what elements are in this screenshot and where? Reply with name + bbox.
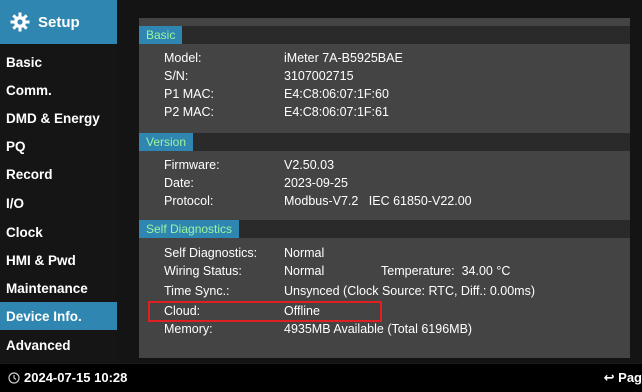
sidebar-item-dmd-energy[interactable]: DMD & Energy: [0, 104, 117, 132]
sidebar-item-label: I/O: [6, 195, 25, 211]
sidebar-item-label: Clock: [6, 224, 43, 240]
protocol-label: Protocol:: [164, 194, 214, 208]
temperature-readout: Temperature: 34.00 °C: [381, 264, 511, 278]
sn-label: S/N:: [164, 69, 189, 83]
sidebar-header[interactable]: Setup: [0, 0, 117, 44]
section-header-basic: Basic: [139, 26, 630, 44]
wiring-status-value: Normal: [284, 264, 325, 278]
p1-mac-label: P1 MAC:: [164, 87, 215, 101]
sidebar-item-label: Advanced: [6, 337, 71, 353]
sidebar-item-label: DMD & Energy: [6, 110, 100, 126]
model-value: iMeter 7A-B5925BAE: [284, 51, 403, 65]
sidebar-item-clock[interactable]: Clock: [0, 218, 117, 246]
status-bar: 2024-07-15 10:28 ↩ Pag: [0, 363, 642, 392]
memory-value: 4935MB Available (Total 6196MB): [284, 322, 473, 336]
wiring-status-label: Wiring Status:: [164, 264, 242, 278]
sidebar-title: Setup: [38, 13, 80, 31]
date-value: 2023-09-25: [284, 176, 348, 190]
sidebar-item-label: PQ: [6, 138, 26, 154]
sidebar-item-maintenance[interactable]: Maintenance: [0, 274, 117, 302]
sidebar: Setup Basic Comm. DMD & Energy PQ Record…: [0, 0, 117, 363]
sidebar-item-comm[interactable]: Comm.: [0, 76, 117, 104]
sidebar-item-label: Device Info.: [6, 308, 82, 324]
sn-value: 3107002715: [284, 69, 354, 83]
sidebar-item-hmi-pwd[interactable]: HMI & Pwd: [0, 246, 117, 274]
p1-mac-value: E4:C8:06:07:1F:60: [284, 87, 389, 101]
page-nav-button[interactable]: ↩ Pag: [604, 370, 642, 386]
gear-icon: [10, 12, 30, 32]
self-diagnostics-value: Normal: [284, 246, 325, 260]
sidebar-item-label: Comm.: [6, 82, 52, 98]
section-title-version: Version: [139, 133, 194, 151]
firmware-value: V2.50.03: [284, 158, 335, 172]
section-title-basic: Basic: [139, 26, 183, 44]
date-label: Date:: [164, 176, 194, 190]
sidebar-item-basic[interactable]: Basic: [0, 48, 117, 76]
sidebar-item-label: Basic: [6, 54, 43, 70]
firmware-label: Firmware:: [164, 158, 220, 172]
cloud-highlight-box: [148, 301, 382, 322]
protocol-value: Modbus-V7.2 IEC 61850-V22.00: [284, 194, 472, 208]
time-sync-label: Time Sync.:: [164, 284, 230, 298]
section-title-self-diagnostics: Self Diagnostics: [139, 220, 240, 238]
clock-icon: [8, 372, 20, 384]
sidebar-item-label: Maintenance: [6, 280, 88, 296]
status-datetime: 2024-07-15 10:28: [24, 370, 128, 385]
sidebar-item-label: Record: [6, 166, 53, 182]
sidebar-item-device-info[interactable]: Device Info.: [0, 302, 117, 330]
time-sync-value: Unsynced (Clock Source: RTC, Diff.: 0.00…: [284, 284, 536, 298]
self-diagnostics-label: Self Diagnostics:: [164, 246, 258, 260]
p2-mac-value: E4:C8:06:07:1F:61: [284, 105, 389, 119]
sidebar-item-record[interactable]: Record: [0, 160, 117, 188]
sidebar-item-label: HMI & Pwd: [6, 252, 76, 268]
sidebar-item-advanced[interactable]: Advanced: [0, 331, 117, 359]
sidebar-item-pq[interactable]: PQ: [0, 132, 117, 160]
memory-label: Memory:: [164, 322, 213, 336]
section-header-self-diagnostics: Self Diagnostics: [139, 220, 630, 238]
section-header-version: Version: [139, 133, 630, 151]
p2-mac-label: P2 MAC:: [164, 105, 215, 119]
sidebar-item-io[interactable]: I/O: [0, 189, 117, 217]
model-label: Model:: [164, 51, 202, 65]
